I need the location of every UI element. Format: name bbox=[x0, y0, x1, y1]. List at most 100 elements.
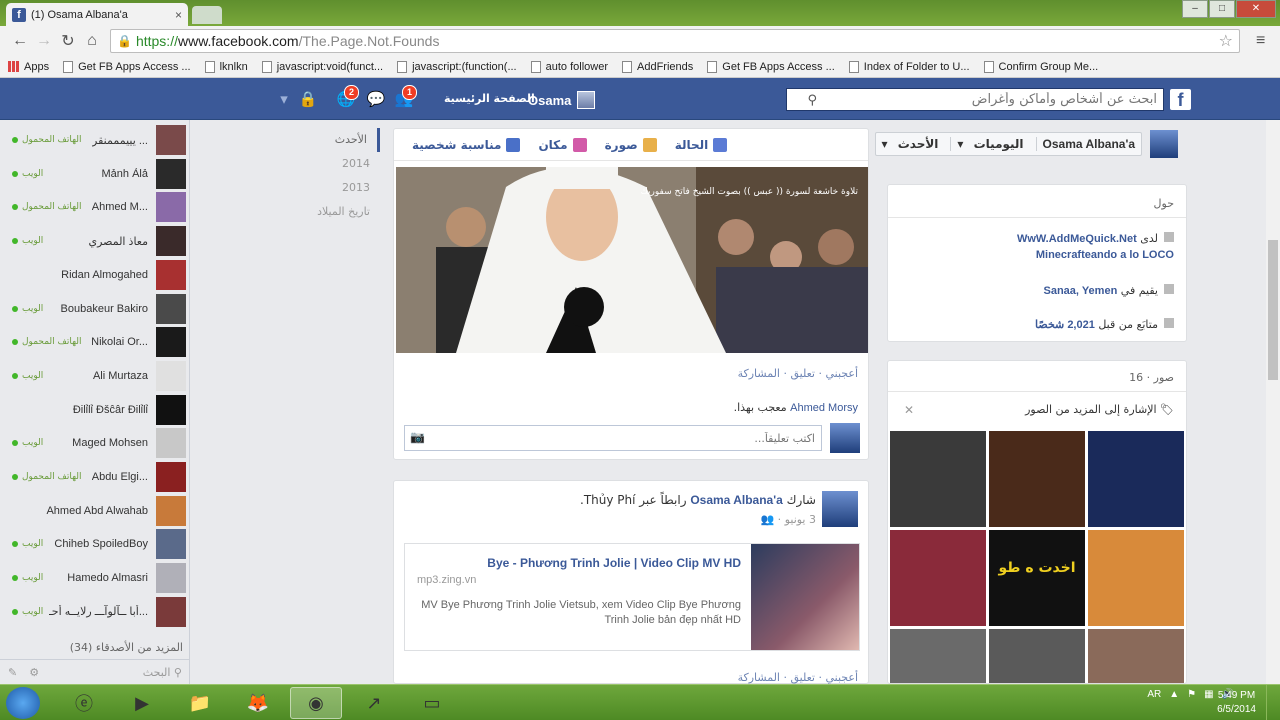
chat-friend-item[interactable]: الهاتف المحمول Nikolai Or... bbox=[0, 327, 190, 358]
work-line-2[interactable]: Minecrafteando a lo LOCO bbox=[1036, 249, 1174, 261]
more-friends-link[interactable]: (34) المزيد من الأصدقاء bbox=[70, 641, 183, 654]
chat-friend-item[interactable]: الويب Boubakeur Bakiro bbox=[0, 293, 190, 324]
tab-place[interactable]: مكان bbox=[538, 137, 587, 152]
chat-friend-item[interactable]: الويب Ali Murtaza bbox=[0, 360, 190, 391]
work-line-1[interactable]: WwW.AddMeQuick.Net bbox=[1017, 233, 1137, 245]
post-time[interactable]: 3 يونيو · 👥 bbox=[760, 513, 816, 526]
post-actions[interactable]: أعجبني · تعليق · المشاركة bbox=[738, 367, 858, 380]
chat-friend-item[interactable]: الهاتف المحمول يييمممنقر ... bbox=[0, 125, 190, 155]
bookmark-apps[interactable]: Apps bbox=[8, 61, 49, 73]
file-explorer-icon[interactable]: 📁 bbox=[174, 687, 226, 719]
flag-icon[interactable]: ⚑ bbox=[1187, 689, 1196, 700]
home-icon[interactable]: ⌂ bbox=[80, 32, 104, 50]
year-item-2014[interactable]: 2014 bbox=[300, 152, 380, 176]
chat-friend-item[interactable]: الهاتف المحمول Abdu Elgi... bbox=[0, 462, 190, 492]
tray-expand-icon[interactable]: ▲ bbox=[1169, 689, 1179, 700]
close-window-icon[interactable]: ✕ bbox=[1236, 0, 1276, 18]
chat-search[interactable]: البحث ⚲ bbox=[143, 666, 182, 679]
chat-friend-item[interactable]: الويب أبا ــآلوآـــ رلايــه أحـ... bbox=[0, 596, 190, 627]
home-link[interactable]: الصفحة الرئيسية bbox=[444, 92, 535, 105]
bookmark-item[interactable]: javascript:(function(... bbox=[397, 60, 517, 73]
bookmark-item[interactable]: lknlkn bbox=[204, 60, 248, 73]
profile-link[interactable]: Osama bbox=[528, 91, 596, 109]
selector-name[interactable]: Osama Albana'a bbox=[1035, 137, 1141, 151]
year-item-2013[interactable]: 2013 bbox=[300, 176, 380, 200]
clock[interactable]: 5:49 PM 6/5/2014 bbox=[1217, 689, 1256, 717]
post-via-name[interactable]: Thủy Phí bbox=[584, 493, 636, 507]
bookmark-item[interactable]: javascript:void(funct... bbox=[261, 60, 383, 73]
internet-explorer-icon[interactable]: ⓔ bbox=[58, 687, 110, 719]
lives-city[interactable]: Sanaa, Yemen bbox=[1044, 285, 1118, 297]
gear-icon[interactable]: ⚙ bbox=[29, 666, 39, 679]
chat-friend-item[interactable]: الهاتف المحمول Ahmed M... bbox=[0, 192, 190, 223]
link-preview[interactable]: Bye - Phương Trinh Jolie | Video Clip MV… bbox=[404, 543, 860, 651]
browser-tab-facebook[interactable]: f (1) Osama Albana'a × bbox=[6, 3, 188, 26]
post-actions-2[interactable]: أعجبني · تعليق · المشاركة bbox=[738, 671, 858, 684]
maximize-icon[interactable]: □ bbox=[1209, 0, 1235, 18]
chat-friend-item[interactable]: الويب معاذ المصري bbox=[0, 226, 190, 257]
photo-thumbnail[interactable] bbox=[1088, 629, 1184, 683]
bookmark-item[interactable]: AddFriends bbox=[622, 60, 693, 73]
friend-requests-icon[interactable]: 👥 1 bbox=[394, 85, 418, 108]
photo-thumbnail[interactable] bbox=[890, 431, 986, 527]
media-player-icon[interactable]: ▶ bbox=[116, 687, 168, 719]
facebook-logo-icon[interactable]: f bbox=[1170, 89, 1191, 110]
bookmark-item[interactable]: Index of Folder to U... bbox=[848, 60, 970, 73]
close-tab-icon[interactable]: × bbox=[175, 8, 182, 22]
post-author[interactable]: Osama Albana'a bbox=[690, 493, 782, 507]
chat-friend-item[interactable]: الويب Chiheb SpoiledBoy bbox=[0, 529, 190, 560]
recent-dropdown[interactable]: ▾ الأحدث bbox=[876, 137, 951, 151]
photo-thumbnail[interactable] bbox=[890, 530, 986, 626]
bookmark-item[interactable]: Get FB Apps Access ... bbox=[63, 60, 191, 73]
settings-menu-icon[interactable]: ▾ bbox=[274, 90, 294, 108]
privacy-shortcut-icon[interactable]: 🔒 bbox=[298, 90, 318, 108]
bookmark-star-icon[interactable]: ☆ bbox=[1219, 31, 1233, 51]
year-item-recent[interactable]: الأحدث bbox=[300, 128, 380, 152]
camera-icon[interactable]: 📷 bbox=[410, 430, 425, 444]
notifications-icon[interactable]: 🌐 2 bbox=[336, 85, 360, 108]
bookmark-item[interactable]: auto follower bbox=[530, 60, 608, 73]
chat-friend-item[interactable]: Ridan Almogahed bbox=[0, 259, 190, 290]
show-desktop-button[interactable] bbox=[1266, 685, 1280, 720]
window-app-icon[interactable]: ▭ bbox=[406, 687, 458, 719]
photo-thumbnail[interactable] bbox=[989, 431, 1085, 527]
close-icon[interactable]: ✕ bbox=[904, 403, 914, 417]
forward-icon[interactable]: → bbox=[32, 32, 56, 50]
chat-friend-item[interactable]: الويب Mảnh Ảlả bbox=[0, 158, 190, 189]
chat-friend-item[interactable]: الويب Hamedo Almasri bbox=[0, 563, 190, 594]
photo-thumbnail[interactable] bbox=[890, 629, 986, 683]
language-indicator[interactable]: AR bbox=[1147, 689, 1161, 700]
bookmark-item[interactable]: Get FB Apps Access ... bbox=[707, 60, 835, 73]
start-button[interactable] bbox=[6, 687, 40, 719]
new-tab-button[interactable] bbox=[192, 6, 222, 24]
network-icon[interactable]: ▦ bbox=[1204, 689, 1213, 700]
reload-icon[interactable]: ↻ bbox=[56, 31, 80, 51]
search-icon[interactable]: ⚲ bbox=[807, 92, 817, 108]
tag-more-photos[interactable]: 🏷 الإشارة إلى المزيد من الصور bbox=[1025, 403, 1174, 416]
chat-friend-item[interactable]: الويب Maged Mohsen bbox=[0, 428, 190, 459]
chrome-menu-icon[interactable]: ≡ bbox=[1256, 32, 1265, 50]
new-message-icon[interactable]: ✎ bbox=[8, 666, 17, 679]
post-author-avatar[interactable] bbox=[822, 491, 858, 527]
facebook-search-input[interactable] bbox=[817, 92, 1157, 107]
link-title[interactable]: Bye - Phương Trinh Jolie | Video Clip MV… bbox=[487, 556, 741, 570]
address-bar[interactable]: 🔒 https://www.facebook.com/The.Page.Not.… bbox=[110, 29, 1240, 53]
bookmark-item[interactable]: Confirm Group Me... bbox=[983, 60, 1098, 73]
followers-count[interactable]: 2,021 شخصًا bbox=[1035, 319, 1095, 331]
timeline-switcher[interactable]: ▾ الأحدث ▾ اليوميات Osama Albana'a bbox=[874, 132, 1142, 156]
chat-friend-item[interactable]: Ðilỉlỉ Ðšĉâr Ðilỉlỉ bbox=[0, 394, 190, 425]
tab-photo[interactable]: صورة bbox=[605, 137, 657, 152]
tab-status[interactable]: الحالة bbox=[675, 137, 728, 152]
minimize-icon[interactable]: – bbox=[1182, 0, 1208, 18]
photos-title[interactable]: صور · 16 bbox=[1129, 371, 1174, 384]
back-icon[interactable]: ← bbox=[8, 32, 32, 50]
scrollbar-thumb[interactable] bbox=[1268, 240, 1278, 380]
about-title[interactable]: حول bbox=[1154, 197, 1174, 210]
photo-thumbnail[interactable]: اخدت ه طو bbox=[989, 530, 1085, 626]
facebook-search-box[interactable]: ⚲ bbox=[786, 88, 1164, 111]
post-photo[interactable]: تلاوة خاشعة لسورة (( عبس )) بصوت الشيخ ف… bbox=[396, 167, 868, 353]
firefox-icon[interactable]: 🦊 bbox=[232, 687, 284, 719]
tab-life-event[interactable]: مناسبة شخصية bbox=[412, 137, 521, 152]
year-item-born[interactable]: تاريخ الميلاد bbox=[300, 200, 380, 224]
timeline-dropdown[interactable]: ▾ اليوميات bbox=[950, 137, 1035, 151]
